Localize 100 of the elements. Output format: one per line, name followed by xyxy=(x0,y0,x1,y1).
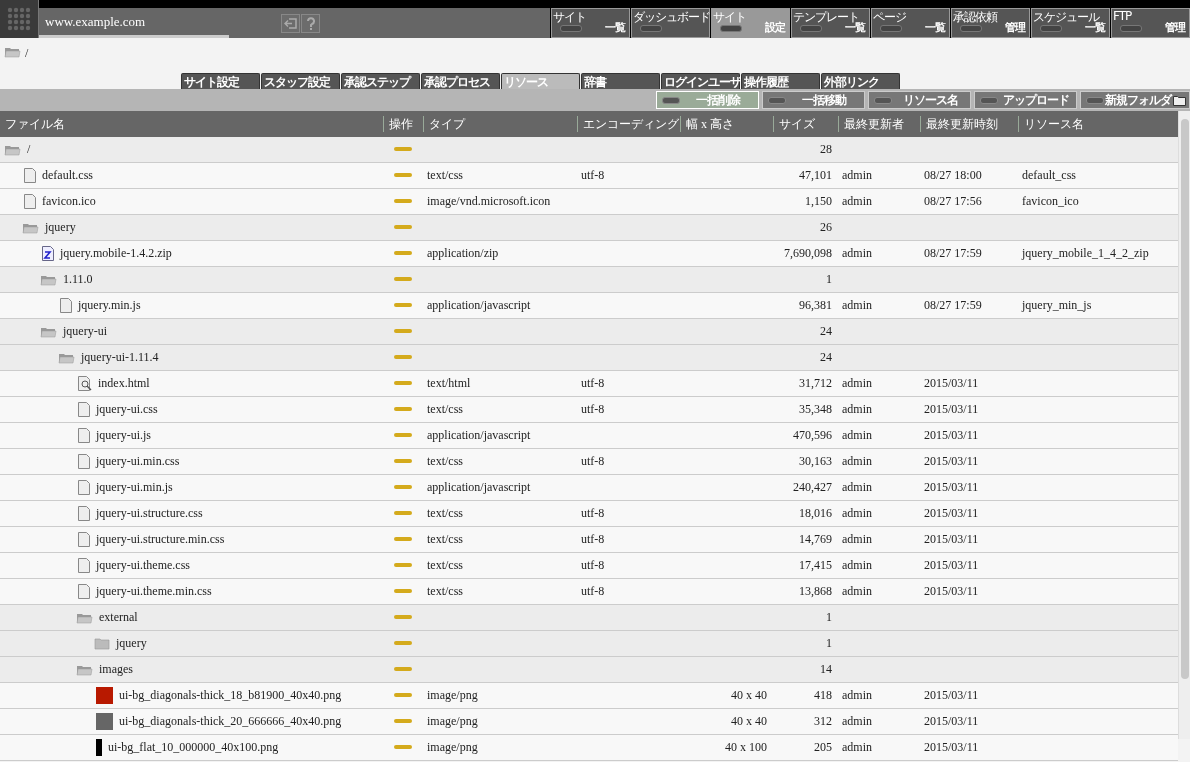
table-cell-text: utf-8 xyxy=(580,557,606,574)
table-cell-text: 312 xyxy=(813,713,833,730)
menu-handle-icon[interactable] xyxy=(394,511,412,516)
file-name[interactable]: ui-bg_diagonals-thick_20_666666_40x40.png xyxy=(119,714,342,729)
toolbar-button[interactable]: リソース名 xyxy=(868,91,971,109)
menu-handle-icon[interactable] xyxy=(394,719,412,724)
column-header[interactable]: 操作 xyxy=(389,115,413,133)
column-header[interactable]: エンコーディング xyxy=(583,115,679,133)
menu-handle-icon[interactable] xyxy=(394,407,412,412)
table-cell-text: 2015/03/11 xyxy=(923,453,980,470)
column-header[interactable]: タイプ xyxy=(429,115,465,133)
nav-button[interactable]: スケジュール 一覧 xyxy=(1031,8,1110,38)
column-header[interactable]: リソース名 xyxy=(1024,115,1084,133)
file-name[interactable]: ui-bg_diagonals-thick_18_b81900_40x40.png xyxy=(119,688,342,703)
file-name[interactable]: ui-bg_flat_10_000000_40x100.png xyxy=(108,740,279,755)
file-name[interactable]: jquery xyxy=(116,636,147,651)
column-header[interactable]: サイズ xyxy=(779,115,815,133)
scrollbar-thumb[interactable] xyxy=(1180,119,1189,679)
tab[interactable]: スタッフ設定 xyxy=(261,73,340,89)
nav-button[interactable]: FTP 管理 xyxy=(1111,8,1190,38)
file-name[interactable]: external xyxy=(99,610,138,625)
file-name[interactable]: index.html xyxy=(98,376,150,391)
menu-handle-icon[interactable] xyxy=(394,745,412,750)
table-cell-text: 2015/03/11 xyxy=(923,583,980,600)
toolbar-button[interactable]: アップロード xyxy=(974,91,1077,109)
menu-handle-icon[interactable] xyxy=(394,199,412,204)
tab[interactable]: 操作履歴 xyxy=(741,73,820,89)
menu-handle-icon[interactable] xyxy=(394,303,412,308)
file-name[interactable]: jquery-ui xyxy=(63,324,107,339)
menu-handle-icon[interactable] xyxy=(394,615,412,620)
menu-handle-icon[interactable] xyxy=(394,537,412,542)
column-header[interactable]: 幅 x 高さ xyxy=(686,115,734,133)
tab[interactable]: 外部リンク xyxy=(821,73,900,89)
toolbar-button[interactable]: 一括移動 xyxy=(762,91,865,109)
menu-handle-icon[interactable] xyxy=(394,589,412,594)
logout-button[interactable] xyxy=(281,13,300,33)
menu-handle-icon[interactable] xyxy=(394,433,412,438)
logo-icon[interactable] xyxy=(0,0,39,38)
table-cell-text: admin xyxy=(841,453,873,470)
toolbar-button[interactable]: 新規フォルダ xyxy=(1080,91,1190,109)
file-name[interactable]: jquery-ui-1.11.4 xyxy=(81,350,159,365)
file-name[interactable]: jquery-ui.css xyxy=(96,402,158,417)
menu-handle-icon[interactable] xyxy=(394,147,412,152)
menu-handle-icon[interactable] xyxy=(394,485,412,490)
tab[interactable]: 承認ステップ xyxy=(341,73,420,89)
table-cell-text: 2015/03/11 xyxy=(923,401,980,418)
menu-handle-icon[interactable] xyxy=(394,459,412,464)
table-cell-text: 240,427 xyxy=(792,479,833,496)
table-cell-text: 1,150 xyxy=(804,193,833,210)
file-name[interactable]: jquery-ui.js xyxy=(96,428,151,443)
file-icon xyxy=(78,532,90,547)
file-name[interactable]: jquery-ui.min.css xyxy=(96,454,180,469)
table-cell-text: admin xyxy=(841,297,873,314)
menu-handle-icon[interactable] xyxy=(394,381,412,386)
file-name[interactable]: jquery.min.js xyxy=(78,298,141,313)
file-name[interactable]: jquery-ui.theme.css xyxy=(96,558,190,573)
table-cell-text: text/css xyxy=(426,453,464,470)
file-name[interactable]: jquery-ui.theme.min.css xyxy=(96,584,212,599)
file-name[interactable]: jquery-ui.structure.min.css xyxy=(96,532,225,547)
table-cell-text: 14,769 xyxy=(798,531,833,548)
table-cell-text: jquery_mobile_1_4_2_zip xyxy=(1020,245,1150,262)
tab[interactable]: 承認プロセス xyxy=(421,73,500,89)
help-button[interactable] xyxy=(301,13,320,33)
file-name[interactable]: / xyxy=(27,142,31,157)
menu-handle-icon[interactable] xyxy=(394,173,412,178)
menu-handle-icon[interactable] xyxy=(394,693,412,698)
column-header[interactable]: ファイル名 xyxy=(5,115,65,133)
table-cell-text: 17,415 xyxy=(798,557,833,574)
table-cell-text: 205 xyxy=(813,739,833,756)
nav-button[interactable]: 承認依頼 管理 xyxy=(951,8,1030,38)
nav-button[interactable]: サイト 一覧 xyxy=(551,8,630,38)
file-name[interactable]: jquery.mobile-1.4.2.zip xyxy=(60,246,172,261)
table-cell-text: text/css xyxy=(426,531,464,548)
menu-handle-icon[interactable] xyxy=(394,641,412,646)
file-name[interactable]: jquery xyxy=(45,220,76,235)
menu-handle-icon[interactable] xyxy=(394,563,412,568)
file-name[interactable]: images xyxy=(99,662,133,677)
image-thumbnail-icon xyxy=(96,687,113,704)
menu-handle-icon[interactable] xyxy=(394,667,412,672)
table-cell-text: image/vnd.microsoft.icon xyxy=(426,193,552,210)
tab[interactable]: サイト設定 xyxy=(181,73,260,89)
table-cell-text: 96,381 xyxy=(798,297,833,314)
file-icon xyxy=(78,558,90,573)
file-name[interactable]: favicon.ico xyxy=(42,194,96,209)
menu-handle-icon[interactable] xyxy=(394,355,412,360)
menu-handle-icon[interactable] xyxy=(394,277,412,282)
tab[interactable]: 辞書 xyxy=(581,73,660,89)
file-name[interactable]: 1.11.0 xyxy=(63,272,93,287)
nav-button[interactable]: テンプレート 一覧 xyxy=(791,8,870,38)
menu-handle-icon[interactable] xyxy=(394,329,412,334)
nav-button[interactable]: ページ 一覧 xyxy=(871,8,950,38)
column-header[interactable]: 最終更新時刻 xyxy=(926,115,998,133)
file-name[interactable]: jquery-ui.structure.css xyxy=(96,506,203,521)
menu-handle-icon[interactable] xyxy=(394,225,412,230)
file-name[interactable]: default.css xyxy=(42,168,93,183)
column-header[interactable]: 最終更新者 xyxy=(844,115,904,133)
file-name[interactable]: jquery-ui.min.js xyxy=(96,480,173,495)
menu-handle-icon[interactable] xyxy=(394,251,412,256)
table-cell-text: application/javascript xyxy=(426,297,532,314)
nav-button[interactable]: ダッシュボード xyxy=(631,8,710,38)
